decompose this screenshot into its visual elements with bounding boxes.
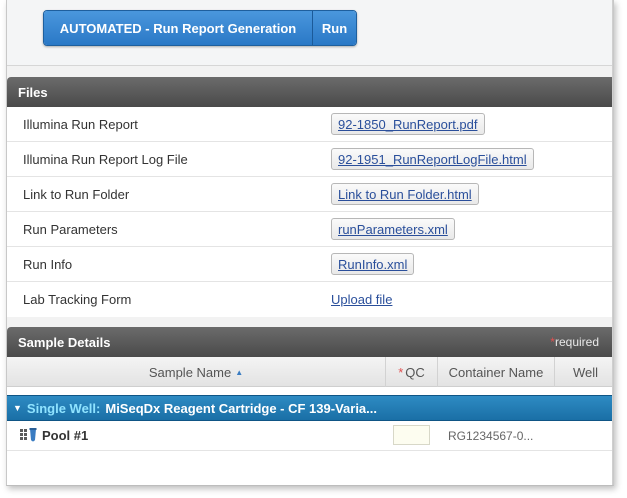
- collapse-caret-icon[interactable]: ▼: [13, 403, 22, 413]
- column-sample-name[interactable]: Sample Name ▲: [7, 357, 385, 387]
- group-name: MiSeqDx Reagent Cartridge - CF 139-Varia…: [105, 400, 377, 416]
- file-label: Run Parameters: [23, 221, 118, 237]
- panel-edge: [612, 0, 613, 485]
- files-section-header: Files: [7, 77, 613, 107]
- column-qc-label: QC: [405, 364, 425, 380]
- file-label: Link to Run Folder: [23, 186, 130, 202]
- upload-file-link[interactable]: Upload file: [331, 292, 392, 307]
- file-row-lab-tracking: Lab Tracking Form Upload file: [7, 282, 613, 317]
- pool-name: Pool #1: [42, 428, 89, 443]
- pool-tubes-icon: [20, 428, 37, 442]
- file-label: Run Info: [23, 256, 73, 272]
- sort-ascending-icon: ▲: [235, 367, 244, 377]
- automation-button-group: AUTOMATED - Run Report Generation Run: [43, 10, 357, 46]
- run-parameters-link[interactable]: runParameters.xml: [331, 218, 455, 240]
- required-text: required: [554, 335, 599, 349]
- pool-row[interactable]: Pool #1 RG1234567-0...: [7, 421, 613, 451]
- column-header-row: Sample Name ▲ * QC Container Name Well: [7, 357, 613, 387]
- file-row-run-parameters: Run Parameters runParameters.xml: [7, 212, 613, 247]
- qc-flag-cell[interactable]: [393, 425, 430, 445]
- run-button[interactable]: Run: [312, 11, 356, 45]
- file-row-run-report: Illumina Run Report 92-1850_RunReport.pd…: [7, 107, 613, 142]
- qc-required-star: *: [398, 364, 404, 380]
- container-name-value: RG1234567-0...: [448, 428, 534, 443]
- sample-details-header: Sample Details *required: [7, 327, 613, 357]
- files-table: Illumina Run Report 92-1850_RunReport.pd…: [7, 107, 613, 317]
- column-well[interactable]: Well: [554, 357, 613, 387]
- run-folder-link[interactable]: Link to Run Folder.html: [331, 183, 479, 205]
- column-container-name-label: Container Name: [448, 364, 544, 380]
- column-sample-name-label: Sample Name: [148, 364, 232, 380]
- file-label: Illumina Run Report Log File: [23, 151, 188, 167]
- action-area: AUTOMATED - Run Report Generation Run: [7, 0, 613, 66]
- column-well-label: Well: [572, 364, 599, 380]
- file-row-run-report-log: Illumina Run Report Log File 92-1951_Run…: [7, 142, 613, 177]
- file-row-run-folder: Link to Run Folder Link to Run Folder.ht…: [7, 177, 613, 212]
- file-label: Illumina Run Report: [23, 116, 138, 132]
- sample-details-table: Sample Name ▲ * QC Container Name Well ▼…: [7, 357, 613, 485]
- column-qc[interactable]: * QC: [385, 357, 437, 387]
- file-row-run-info: Run Info RunInfo.xml: [7, 247, 613, 282]
- sample-details-title: Sample Details: [18, 334, 111, 350]
- container-group-row[interactable]: ▼ Single Well: MiSeqDx Reagent Cartridge…: [7, 395, 613, 421]
- run-info-link[interactable]: RunInfo.xml: [331, 253, 415, 275]
- column-container-name[interactable]: Container Name: [437, 357, 554, 387]
- file-label: Lab Tracking Form: [23, 292, 132, 307]
- run-details-panel: AUTOMATED - Run Report Generation Run Fi…: [6, 0, 614, 486]
- group-prefix: Single Well:: [26, 400, 101, 416]
- files-header-title: Files: [18, 84, 48, 100]
- run-report-log-link[interactable]: 92-1951_RunReportLogFile.html: [331, 148, 534, 170]
- run-report-link[interactable]: 92-1850_RunReport.pdf: [331, 113, 485, 135]
- automated-step-select-button[interactable]: AUTOMATED - Run Report Generation: [44, 11, 312, 45]
- required-note: *required: [550, 335, 599, 349]
